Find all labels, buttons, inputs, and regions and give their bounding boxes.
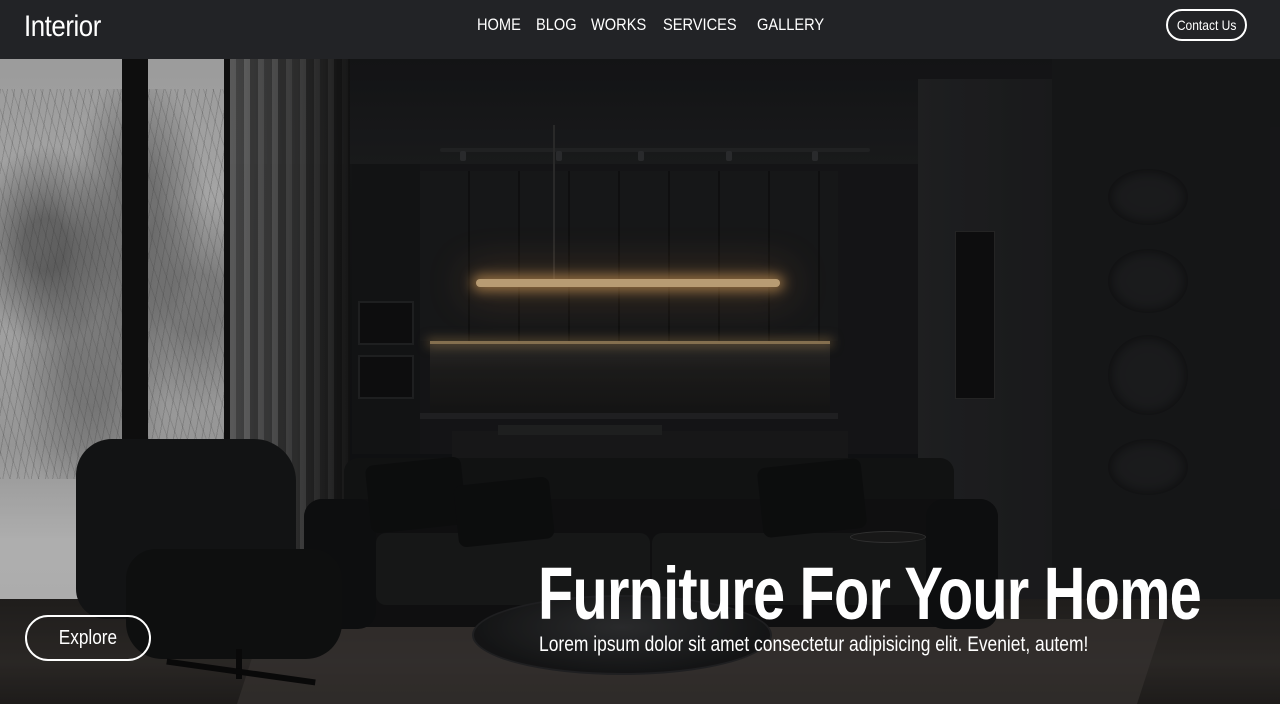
top-navbar: Interior HOME BLOG WORKS SERVICES GALLER… — [0, 0, 1280, 59]
main-nav: HOME BLOG WORKS SERVICES GALLERY — [477, 15, 843, 35]
nav-home-link[interactable]: HOME — [477, 15, 521, 35]
site-logo[interactable]: Interior — [24, 10, 101, 44]
hero-title: Furniture For Your Home — [538, 552, 1202, 635]
contact-us-button[interactable]: Contact Us — [1166, 9, 1247, 41]
nav-gallery-link[interactable]: GALLERY — [757, 15, 824, 35]
contact-us-label: Contact Us — [1176, 17, 1237, 33]
hero-subtitle: Lorem ipsum dolor sit amet consectetur a… — [539, 633, 1089, 656]
explore-button[interactable]: Explore — [25, 615, 151, 661]
nav-works-link[interactable]: WORKS — [591, 15, 646, 35]
nav-blog-link[interactable]: BLOG — [536, 15, 577, 35]
hero-section: Furniture For Your Home Lorem ipsum dolo… — [0, 59, 1280, 704]
explore-label: Explore — [58, 626, 118, 649]
nav-services-link[interactable]: SERVICES — [663, 15, 737, 35]
